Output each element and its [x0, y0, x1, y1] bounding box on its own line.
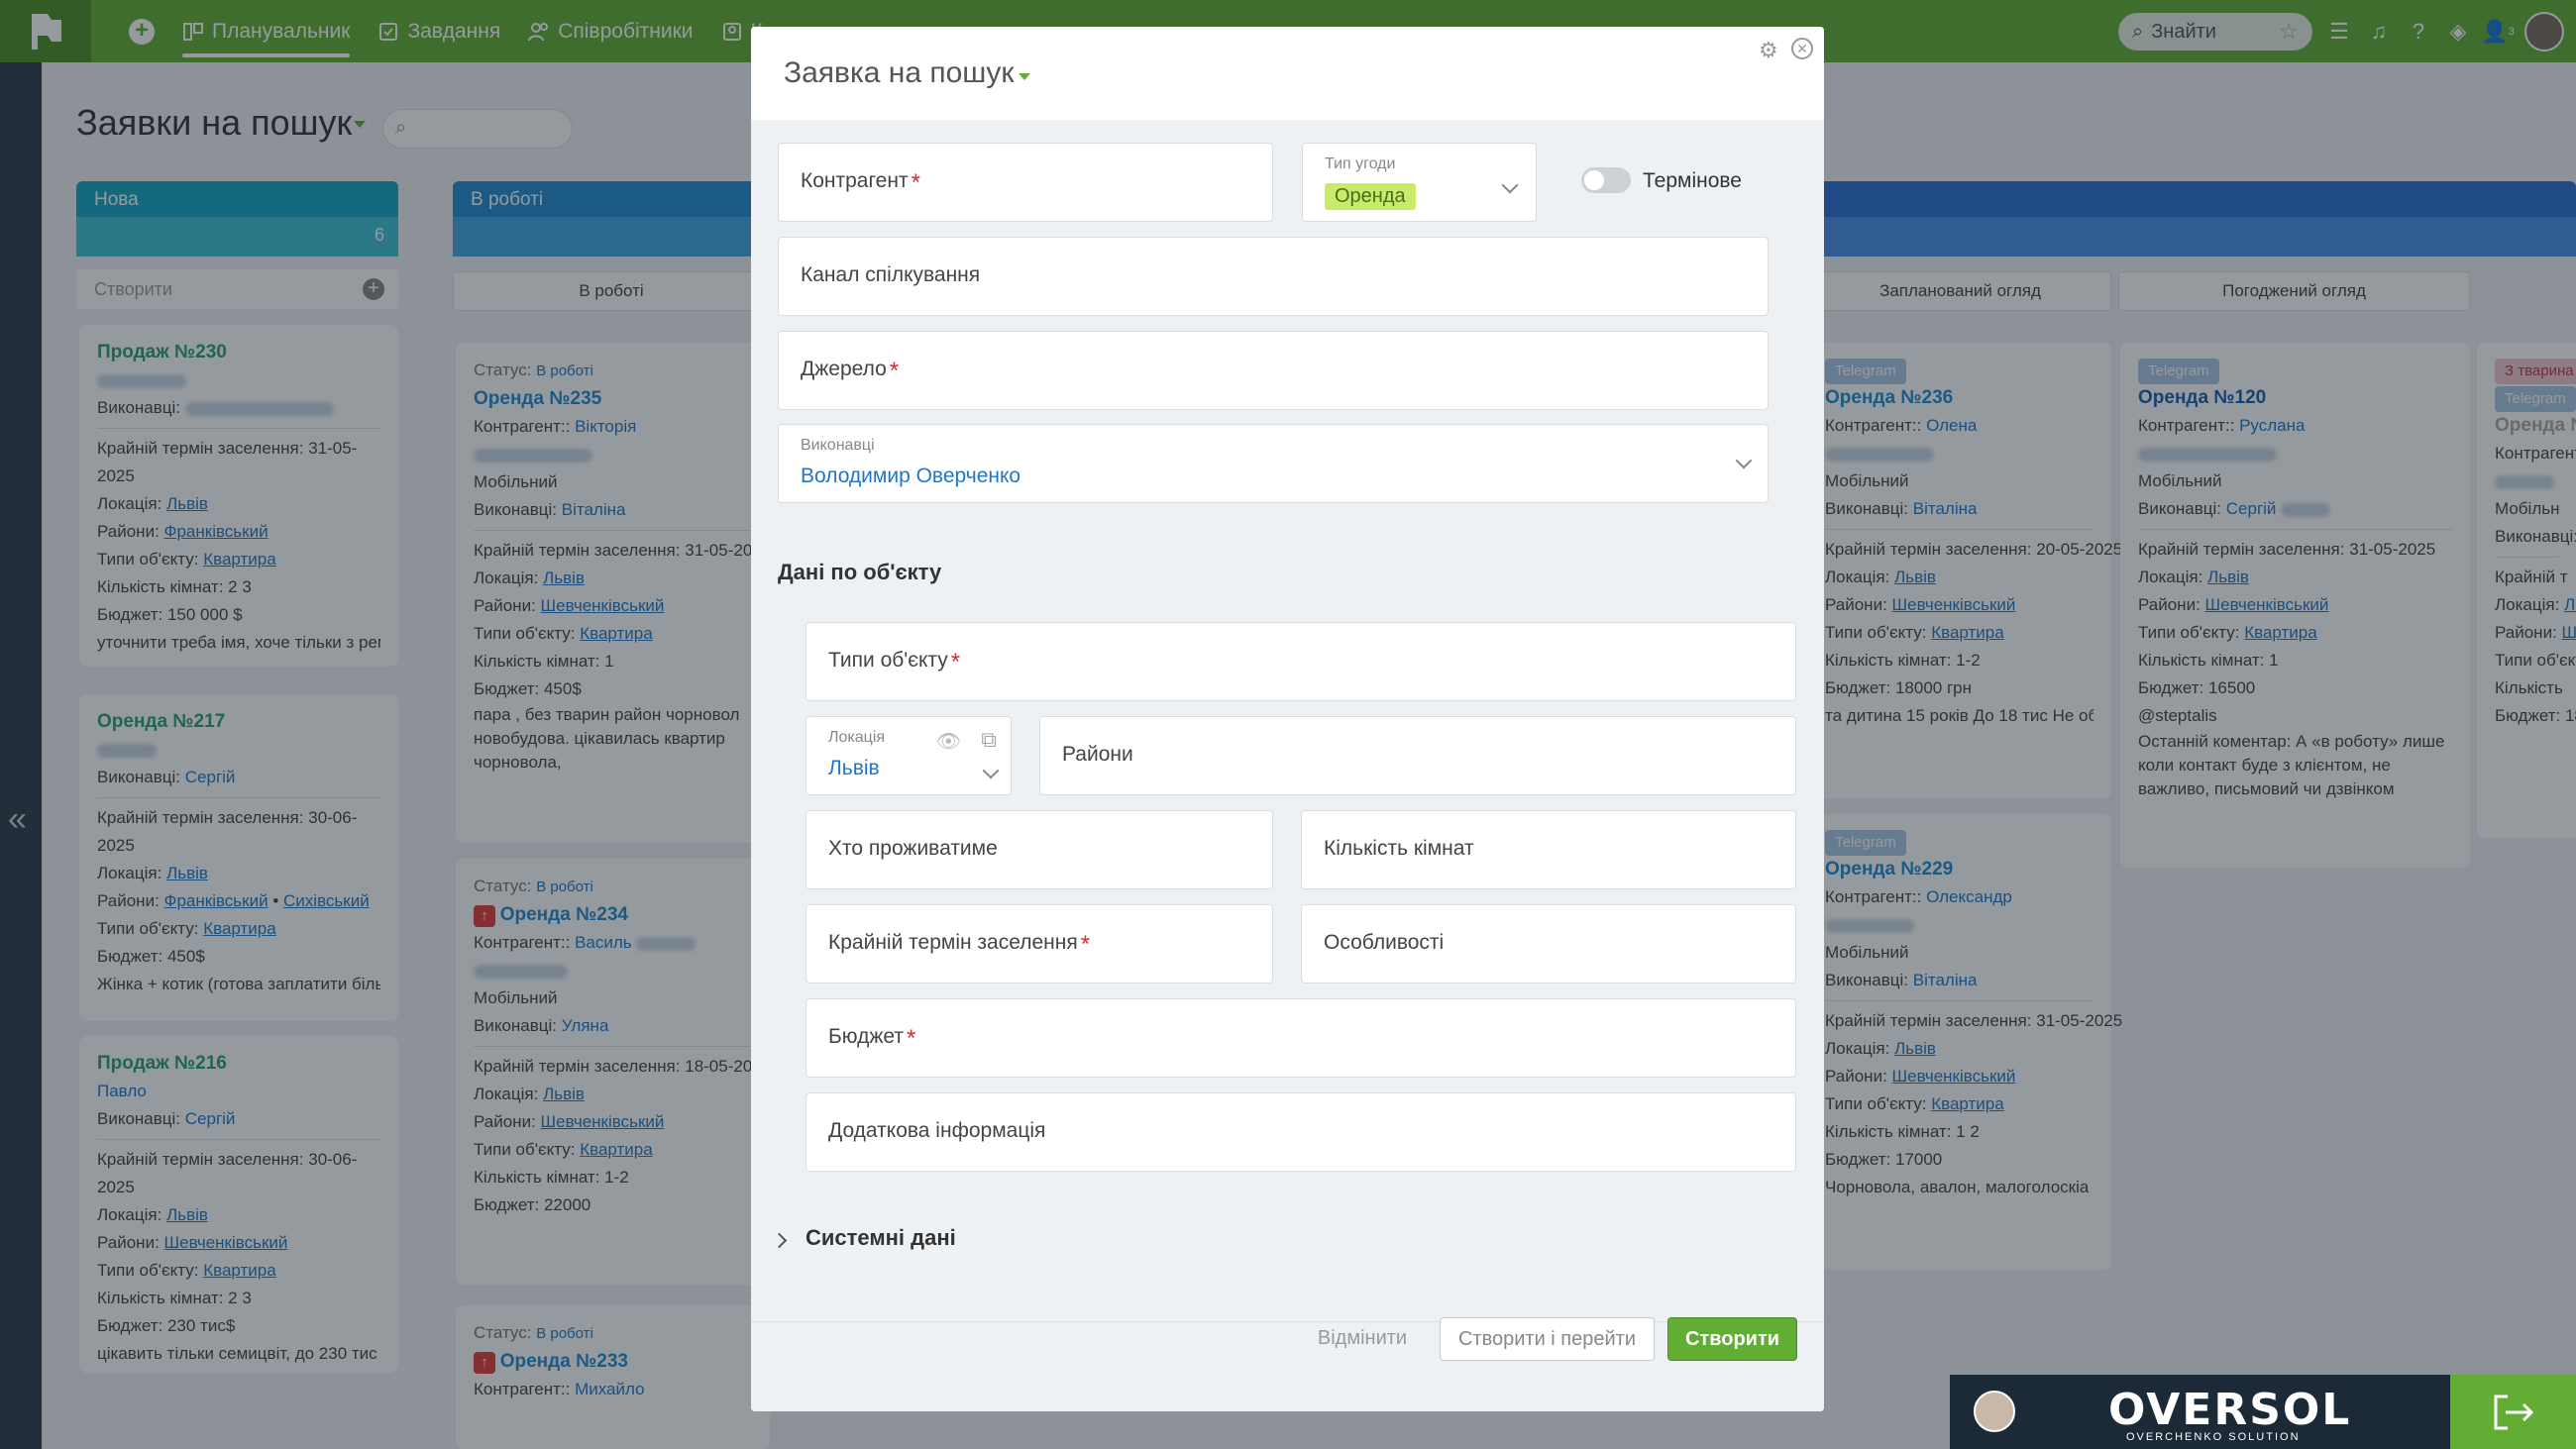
executors-value[interactable]: Володимир Оверченко	[801, 465, 1020, 488]
contragent-label: Контрагент	[801, 169, 909, 192]
create-and-open-button[interactable]: Створити і перейти	[1440, 1317, 1655, 1361]
budget-label: Бюджет	[828, 1025, 904, 1048]
who-lives-field[interactable]: Хто проживатиме	[805, 810, 1273, 889]
chevron-right-icon[interactable]	[771, 1232, 788, 1249]
required-asterisk: *	[1080, 931, 1091, 958]
chevron-down-icon	[982, 762, 1000, 779]
rooms-field[interactable]: Кількість кімнат	[1301, 810, 1796, 889]
rooms-label: Кількість кімнат	[1324, 837, 1474, 860]
title-dropdown-icon[interactable]	[1019, 73, 1030, 80]
cancel-button[interactable]: Відмінити	[1316, 1317, 1409, 1361]
oversol-banner[interactable]: OVERSOL OVERCHENKO SOLUTION	[1950, 1375, 2450, 1449]
executors-label: Виконавці	[801, 437, 875, 454]
deadline-label: Крайній термін заселення	[828, 931, 1078, 954]
logout-icon	[2494, 1395, 2534, 1430]
who-lives-label: Хто проживатиме	[828, 837, 998, 860]
modal-header: Заявка на пошук ⚙ ✕	[751, 27, 1824, 120]
urgent-label: Термінове	[1643, 169, 1742, 192]
channel-field[interactable]: Канал спілкування	[778, 237, 1769, 316]
banner-logo: OVERSOL	[2108, 1385, 2352, 1435]
object-section-title: Дані по об'єкту	[778, 560, 942, 584]
modal-title: Заявка на пошук	[784, 56, 1015, 89]
districts-label: Райони	[1062, 743, 1133, 766]
banner-subtitle: OVERCHENKO SOLUTION	[2126, 1431, 2301, 1443]
budget-field[interactable]: Бюджет *	[805, 998, 1796, 1078]
location-label: Локація	[828, 729, 886, 746]
eye-icon[interactable]: 👁	[936, 729, 961, 754]
required-asterisk: *	[889, 358, 900, 384]
location-select[interactable]: Локація Львів 👁 ⧉	[805, 716, 1012, 795]
chevron-down-icon	[1735, 452, 1753, 469]
search-request-modal: Заявка на пошук ⚙ ✕ Контрагент * Тип угод…	[751, 27, 1824, 1411]
features-label: Особливості	[1324, 931, 1445, 954]
source-field[interactable]: Джерело *	[778, 331, 1769, 410]
extra-info-field[interactable]: Додаткова інформація	[805, 1092, 1796, 1172]
system-data-toggle[interactable]: Системні дані	[805, 1225, 956, 1251]
modal-footer	[751, 1321, 1824, 1411]
deal-type-select[interactable]: Тип угоди Оренда	[1302, 143, 1537, 222]
object-types-label: Типи об'єкту	[828, 649, 948, 672]
create-button[interactable]: Створити	[1667, 1317, 1797, 1361]
banner-avatar	[1974, 1391, 2015, 1432]
channel-label: Канал спілкування	[801, 263, 981, 286]
executors-select[interactable]: Виконавці Володимир Оверченко	[778, 424, 1769, 503]
required-asterisk: *	[950, 649, 961, 675]
logout-button[interactable]	[2450, 1375, 2576, 1449]
required-asterisk: *	[906, 1025, 916, 1052]
contragent-field[interactable]: Контрагент *	[778, 143, 1273, 222]
deadline-field[interactable]: Крайній термін заселення *	[805, 904, 1273, 983]
object-types-field[interactable]: Типи об'єкту *	[805, 622, 1796, 701]
gear-icon[interactable]: ⚙	[1759, 38, 1780, 62]
location-value: Львів	[828, 757, 880, 779]
required-asterisk: *	[911, 169, 920, 196]
deal-type-value: Оренда	[1325, 183, 1416, 210]
external-link-icon[interactable]: ⧉	[981, 727, 997, 753]
districts-field[interactable]: Райони	[1039, 716, 1796, 795]
close-icon[interactable]: ✕	[1791, 38, 1813, 59]
source-label: Джерело	[801, 358, 887, 380]
chevron-down-icon	[1501, 176, 1519, 194]
deal-type-label: Тип угоди	[1325, 155, 1396, 172]
features-field[interactable]: Особливості	[1301, 904, 1796, 983]
urgent-toggle[interactable]	[1581, 167, 1631, 193]
extra-info-label: Додаткова інформація	[828, 1119, 1046, 1142]
